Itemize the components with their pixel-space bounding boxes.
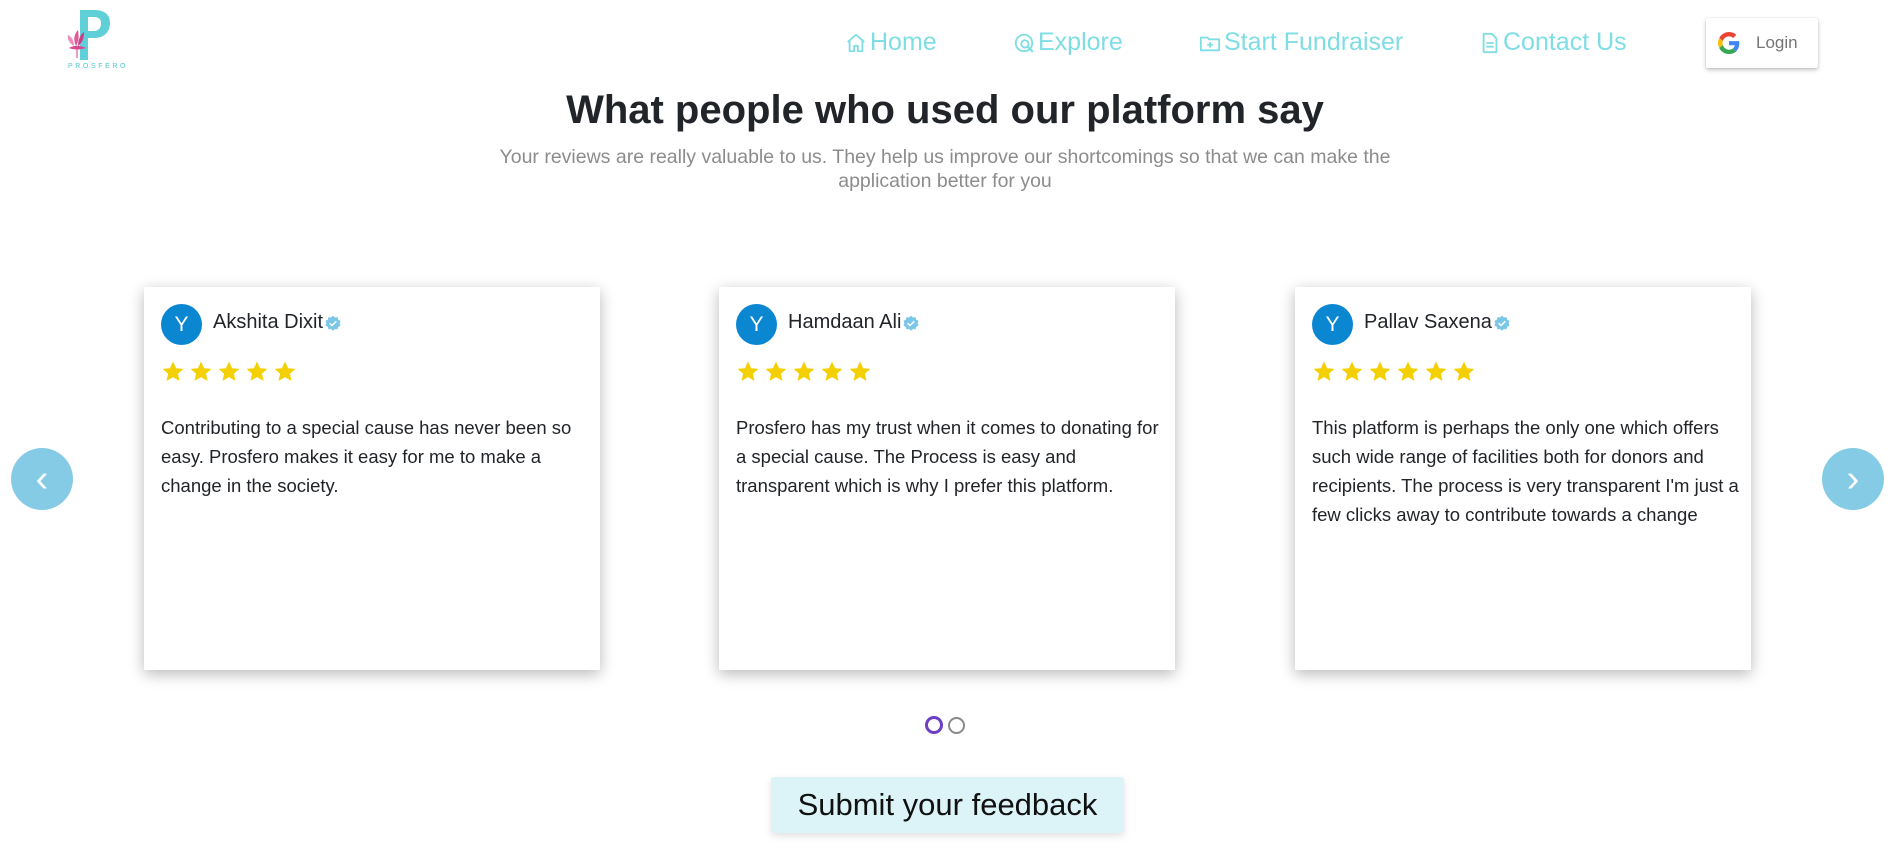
review-text: Contributing to a special cause has neve… <box>161 417 572 496</box>
document-icon <box>1482 32 1498 53</box>
google-icon <box>1718 32 1740 54</box>
nav-contact-us-label: Contact Us <box>1503 28 1627 56</box>
star-icon <box>849 361 871 381</box>
nav-explore[interactable]: Explore <box>1013 28 1123 57</box>
carousel-pagination <box>925 716 965 734</box>
chevron-right-icon: › <box>1846 457 1860 500</box>
star-icon <box>1453 361 1475 381</box>
top-navigation: Home Explore Start Fundraiser Contact Us <box>0 24 1890 64</box>
review-text: Prosfero has my trust when it comes to d… <box>736 417 1159 496</box>
carousel-next-button[interactable]: › <box>1822 448 1884 510</box>
testimonial-card: Y Pallav Saxena This platform is perhaps… <box>1295 287 1751 670</box>
avatar: Y <box>161 304 202 345</box>
star-icon <box>218 361 240 381</box>
login-label: Login <box>1756 33 1798 52</box>
star-icon <box>162 361 184 381</box>
carousel-dot-2[interactable] <box>948 717 965 734</box>
nav-explore-label: Explore <box>1038 28 1123 56</box>
review-text: This platform is perhaps the only one wh… <box>1312 417 1739 525</box>
star-rating <box>736 360 872 384</box>
verified-badge-icon <box>903 315 919 331</box>
carousel-dot-1[interactable] <box>925 716 943 734</box>
star-icon <box>1313 361 1335 381</box>
verified-badge-icon <box>1494 315 1510 331</box>
folder-icon <box>1199 36 1221 51</box>
verified-badge-icon <box>325 315 341 331</box>
avatar: Y <box>1312 304 1353 345</box>
page-subtitle: Your reviews are really valuable to us. … <box>499 146 1391 192</box>
reviewer-name: Akshita Dixit <box>213 311 342 334</box>
nav-home[interactable]: Home <box>845 28 937 57</box>
star-icon <box>274 361 296 381</box>
nav-contact-us[interactable]: Contact Us <box>1480 28 1627 57</box>
brand-name: PROSFERO <box>68 63 129 70</box>
page-title: What people who used our platform say <box>566 88 1324 132</box>
avatar: Y <box>736 304 777 345</box>
reviewer-name: Hamdaan Ali <box>788 311 920 334</box>
star-icon <box>1397 361 1419 381</box>
star-rating <box>161 360 297 384</box>
star-icon <box>1341 361 1363 381</box>
google-login-button[interactable]: Login <box>1706 18 1818 68</box>
testimonial-card: Y Akshita Dixit Contributing to a specia… <box>144 287 600 670</box>
star-icon <box>793 361 815 381</box>
carousel-prev-button[interactable]: ‹ <box>11 448 73 510</box>
reviewer-name-text: Pallav Saxena <box>1364 311 1492 333</box>
nav-start-fundraiser-label: Start Fundraiser <box>1224 28 1404 56</box>
star-icon <box>1369 361 1391 381</box>
star-icon <box>1425 361 1447 381</box>
star-icon <box>821 361 843 381</box>
star-rating <box>1312 360 1476 384</box>
magnifier-icon <box>1014 33 1034 52</box>
submit-feedback-button[interactable]: Submit your feedback <box>771 777 1124 833</box>
star-icon <box>246 361 268 381</box>
reviewer-name-text: Akshita Dixit <box>213 311 324 333</box>
reviewer-name-text: Hamdaan Ali <box>788 311 902 333</box>
star-icon <box>190 361 212 381</box>
nav-start-fundraiser[interactable]: Start Fundraiser <box>1199 28 1403 57</box>
chevron-left-icon: ‹ <box>35 457 49 500</box>
star-icon <box>737 361 759 381</box>
house-icon <box>847 33 865 52</box>
reviewer-name: Pallav Saxena <box>1364 311 1511 334</box>
testimonial-card: Y Hamdaan Ali Prosfero has my trust when… <box>719 287 1175 670</box>
star-icon <box>765 361 787 381</box>
nav-home-label: Home <box>870 28 937 56</box>
